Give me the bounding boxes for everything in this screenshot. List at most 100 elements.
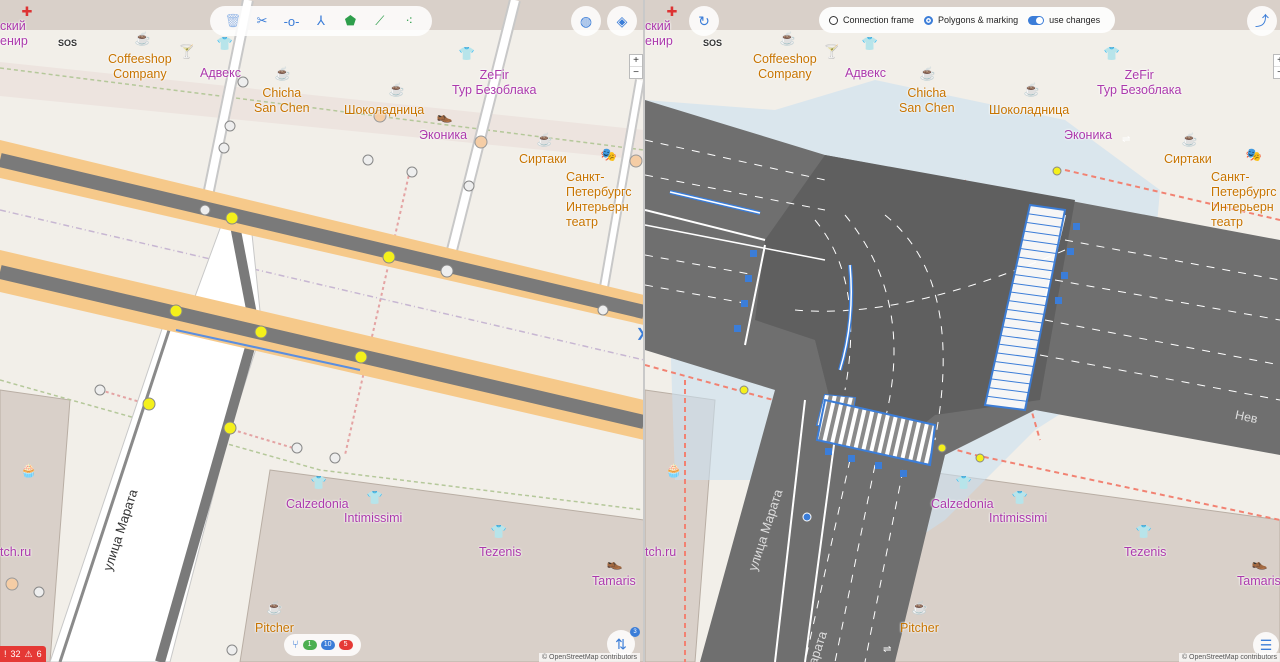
vertex[interactable] bbox=[223, 421, 237, 435]
warning-count: 6 bbox=[36, 649, 42, 659]
radio-polygons-marking[interactable] bbox=[924, 15, 934, 25]
lane-marker bbox=[900, 470, 907, 477]
coffee-icon: ☕ bbox=[134, 31, 152, 46]
zoom-out-button[interactable]: − bbox=[1274, 67, 1280, 78]
handle-point[interactable] bbox=[802, 512, 812, 522]
lane-marker bbox=[825, 448, 832, 455]
poi-label-tamaris: Tamaris bbox=[592, 574, 636, 588]
poi-label-calzedonia: Calzedonia bbox=[286, 497, 349, 511]
attribution[interactable]: © OpenStreetMap contributors bbox=[538, 653, 640, 662]
vertex[interactable] bbox=[354, 350, 368, 364]
lane-marker bbox=[750, 250, 757, 257]
vertex[interactable] bbox=[224, 120, 236, 132]
coffee-icon: ☕ bbox=[274, 66, 292, 81]
share-button[interactable]: ⤴ bbox=[1247, 6, 1277, 36]
vertex[interactable] bbox=[463, 180, 475, 192]
vertex[interactable] bbox=[199, 204, 211, 216]
vertex[interactable] bbox=[291, 442, 303, 454]
vertex[interactable] bbox=[218, 142, 230, 154]
clothes-icon: 👕 bbox=[490, 524, 508, 539]
poi-label-tch: tch.ru bbox=[645, 545, 677, 559]
layers-button[interactable]: ◈ bbox=[607, 6, 637, 36]
vertex[interactable] bbox=[362, 154, 374, 166]
option-connection-frame[interactable]: Connection frame bbox=[829, 15, 914, 25]
poi-label-pitcher: Pitcher bbox=[900, 621, 939, 635]
refresh-button[interactable]: ↻ bbox=[689, 6, 719, 36]
poi-label-intimissimi: Intimissimi bbox=[989, 511, 1048, 525]
list-icon: ☰ bbox=[1259, 636, 1273, 653]
globe-icon: ◍ bbox=[579, 12, 593, 29]
line-icon[interactable]: ⟋ bbox=[369, 10, 391, 32]
vertex[interactable] bbox=[33, 586, 45, 598]
option-polygons-marking[interactable]: Polygons & marking bbox=[924, 15, 1018, 25]
vertex[interactable] bbox=[597, 304, 609, 316]
vertex[interactable] bbox=[440, 264, 454, 278]
poi-label-chicha: Chicha San Chen bbox=[254, 86, 310, 115]
vertex[interactable] bbox=[5, 577, 19, 591]
attribution[interactable]: © OpenStreetMap contributors bbox=[1178, 653, 1280, 662]
sos-label: SOS bbox=[703, 38, 723, 48]
poi-label-pitcher: Pitcher bbox=[255, 621, 294, 635]
lane-marker bbox=[741, 300, 748, 307]
lane-marker bbox=[848, 455, 855, 462]
globe-button[interactable]: ◍ bbox=[571, 6, 601, 36]
lane-marker bbox=[734, 325, 741, 332]
edit-toolbar: 🗑 ✂ -o- ⅄ ⬟ ⟋ ⁖ bbox=[210, 6, 432, 36]
display-options: Connection frame Polygons & marking use … bbox=[819, 7, 1115, 33]
option-label: use changes bbox=[1049, 15, 1101, 25]
zoom-out-button[interactable]: − bbox=[630, 67, 642, 78]
vertex[interactable] bbox=[254, 325, 268, 339]
cake-icon: 🧁 bbox=[20, 463, 38, 478]
poi-label-tch: tch.ru bbox=[0, 545, 32, 559]
vertex[interactable] bbox=[225, 211, 239, 225]
lane-marker bbox=[745, 275, 752, 282]
right-map-pane[interactable]: ☕ 🍸 👕 ☕ ☕ 👕 ☕ 🎭 👕 👕 👕 👞 ☕ 🧁 ✚ Coffeeshop… bbox=[645, 0, 1280, 662]
clothes-icon: 👕 bbox=[955, 475, 973, 490]
count-blue: 10 bbox=[320, 640, 335, 650]
points-icon[interactable]: ⁖ bbox=[398, 10, 420, 32]
clothes-icon: 👕 bbox=[1103, 46, 1121, 61]
branch-icon[interactable]: ⅄ bbox=[310, 10, 332, 32]
poi-label-intimissimi: Intimissimi bbox=[344, 511, 403, 525]
change-counts[interactable]: ⑂ 1 10 5 bbox=[284, 634, 361, 656]
option-use-changes[interactable]: use changes bbox=[1028, 15, 1100, 25]
vertex[interactable] bbox=[329, 452, 341, 464]
clothes-icon: 👕 bbox=[366, 490, 384, 505]
zoom-in-button[interactable]: + bbox=[1274, 55, 1280, 67]
vertex[interactable] bbox=[94, 384, 106, 396]
warning-icon: ⚠ bbox=[24, 649, 33, 659]
polygon-icon[interactable]: ⬟ bbox=[339, 10, 361, 32]
vertex[interactable] bbox=[382, 250, 396, 264]
coffee-icon: ☕ bbox=[911, 600, 929, 615]
vertex[interactable] bbox=[169, 304, 183, 318]
error-icon: ! bbox=[4, 649, 7, 659]
right-map-canvas[interactable] bbox=[645, 0, 1280, 662]
zoom-in-button[interactable]: + bbox=[630, 55, 642, 67]
coffee-icon: ☕ bbox=[388, 82, 406, 97]
node-icon[interactable]: -o- bbox=[281, 10, 303, 32]
poi-label-advex: Адвекс bbox=[845, 66, 886, 80]
vertex[interactable] bbox=[474, 135, 488, 149]
validation-status[interactable]: ! 32 ⚠ 6 bbox=[0, 646, 46, 662]
vertex[interactable] bbox=[142, 397, 156, 411]
clothes-icon: 👕 bbox=[216, 36, 234, 51]
vertex[interactable] bbox=[629, 154, 643, 168]
vertex[interactable] bbox=[226, 644, 238, 656]
poi-label-calzedonia: Calzedonia bbox=[931, 497, 994, 511]
radio-connection-frame[interactable] bbox=[829, 15, 838, 25]
direction-icon: ⇌ bbox=[1122, 134, 1131, 145]
poi-label-ekonika: Эконика bbox=[419, 128, 468, 142]
theatre-icon: 🎭 bbox=[1245, 147, 1263, 162]
scissors-icon[interactable]: ✂ bbox=[251, 10, 273, 32]
direction-icon: ⇌ bbox=[883, 644, 892, 655]
delete-icon[interactable]: 🗑 bbox=[222, 10, 244, 32]
vertex[interactable] bbox=[406, 166, 418, 178]
fork-icon: ⑂ bbox=[292, 639, 299, 651]
toggle-use-changes[interactable] bbox=[1028, 15, 1045, 25]
lane-marker bbox=[875, 462, 882, 469]
option-label: Polygons & marking bbox=[938, 15, 1019, 25]
left-map-pane[interactable]: ☕ 🍸 👕 ☕ ☕ 👕 👞 ☕ 🎭 👕 👕 👕 👞 ☕ 🧁 ✚ Coffeesh… bbox=[0, 0, 644, 662]
count-red: 5 bbox=[338, 640, 353, 650]
swap-badge: 3 bbox=[630, 627, 640, 637]
left-map-canvas[interactable] bbox=[0, 0, 644, 662]
